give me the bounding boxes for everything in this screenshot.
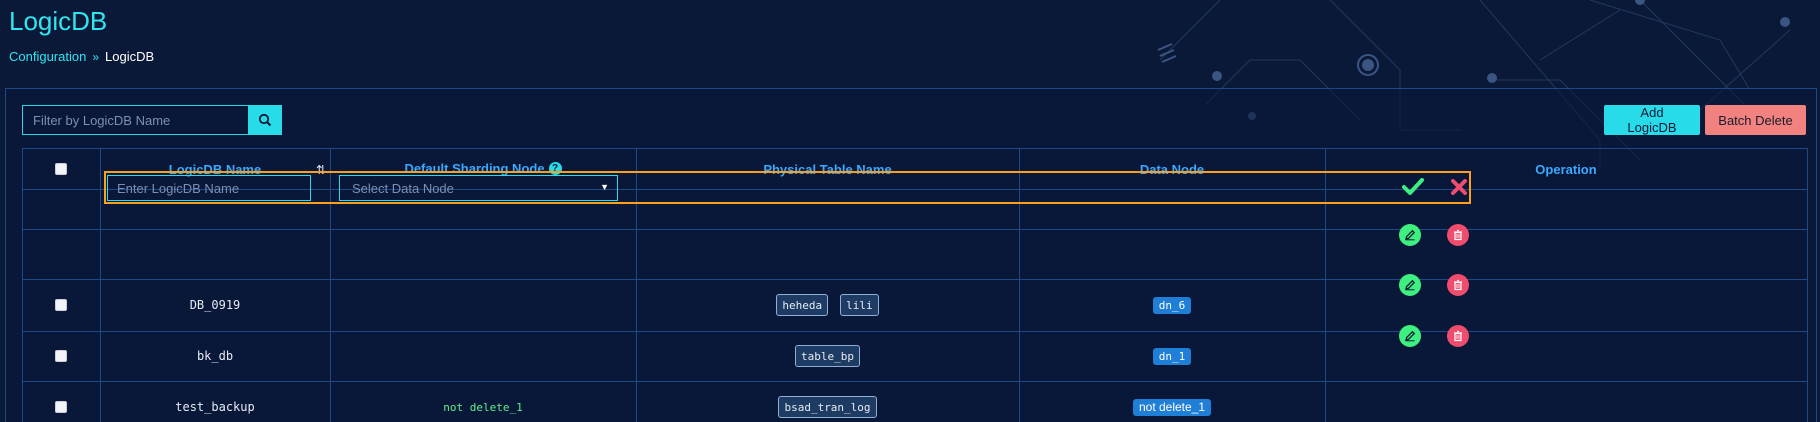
table-cell: table_bp [636,331,1019,381]
filter-search-button[interactable] [248,105,282,135]
table-cell: not delete_1 [330,381,636,422]
row-checkbox-cell [22,279,100,331]
row-checkbox[interactable] [55,350,67,362]
logicdb-name: bk_db [196,349,234,363]
add-logicdb-button[interactable]: Add LogicDB [1604,105,1700,135]
delete-button[interactable] [1447,224,1469,246]
physical-table-tag: table_bp [795,345,860,367]
edit-button[interactable] [1399,274,1421,296]
pencil-icon [1405,330,1416,342]
table-cell: not delete_1 [1019,381,1325,422]
data-node-select-placeholder: Select Data Node [352,180,454,196]
table-cell: dn_1 [1019,331,1325,381]
physical-table-tag: lili [840,294,879,316]
table-cell: DB_0919 [100,279,330,331]
confirm-check-icon[interactable] [1402,178,1424,196]
row-checkbox-cell [22,331,100,381]
default-sharding-node-value: not delete_1 [443,400,523,414]
new-logicdb-name-input[interactable] [107,175,311,201]
search-icon [258,113,272,127]
table-cell: heheda lili [636,279,1019,331]
filter-bar [22,105,282,135]
trash-icon [1454,279,1462,291]
trash-icon [1454,229,1462,241]
select-all-checkbox[interactable] [55,163,67,175]
row-checkbox-cell [22,381,100,422]
physical-table-tag: bsad_tran_log [778,396,877,418]
batch-delete-button[interactable]: Batch Delete [1705,105,1806,135]
filter-input[interactable] [22,105,248,135]
data-node-tag: dn_1 [1152,347,1192,365]
physical-table-tag: heheda [776,294,829,316]
table-cell: dn_6 [1019,279,1325,331]
pencil-icon [1405,279,1416,291]
row-checkbox[interactable] [55,401,67,413]
logicdb-panel: Add LogicDB Batch Delete LogicDB Name ⇅ … [5,88,1817,422]
delete-button[interactable] [1447,325,1469,347]
breadcrumb: Configuration » LogicDB [9,49,154,64]
edit-button[interactable] [1399,224,1421,246]
header-select-all-cell [22,149,100,189]
breadcrumb-current: LogicDB [105,49,155,64]
data-node-select[interactable]: Select Data Node ▼ [339,175,618,201]
table-cell: bsad_tran_log [636,381,1019,422]
pencil-icon [1405,229,1416,241]
edit-button[interactable] [1399,325,1421,347]
table-cell: bk_db [100,331,330,381]
delete-button[interactable] [1447,274,1469,296]
breadcrumb-separator-icon: » [92,49,100,64]
table-cell: test_backup [100,381,330,422]
data-node-tag: dn_6 [1152,296,1192,314]
row-checkbox[interactable] [55,299,67,311]
trash-icon [1454,330,1462,342]
breadcrumb-configuration-link[interactable]: Configuration [9,49,86,64]
grid-divider [22,229,1808,230]
logicdb-name: DB_0919 [189,298,241,312]
logicdb-name: test_backup [175,400,255,414]
caret-down-icon: ▼ [600,182,609,192]
data-node-tag: not delete_1 [1132,398,1212,416]
cancel-close-icon[interactable] [1451,179,1467,195]
page-title: LogicDB [9,6,108,36]
header-operation-label: Operation [1535,161,1597,177]
